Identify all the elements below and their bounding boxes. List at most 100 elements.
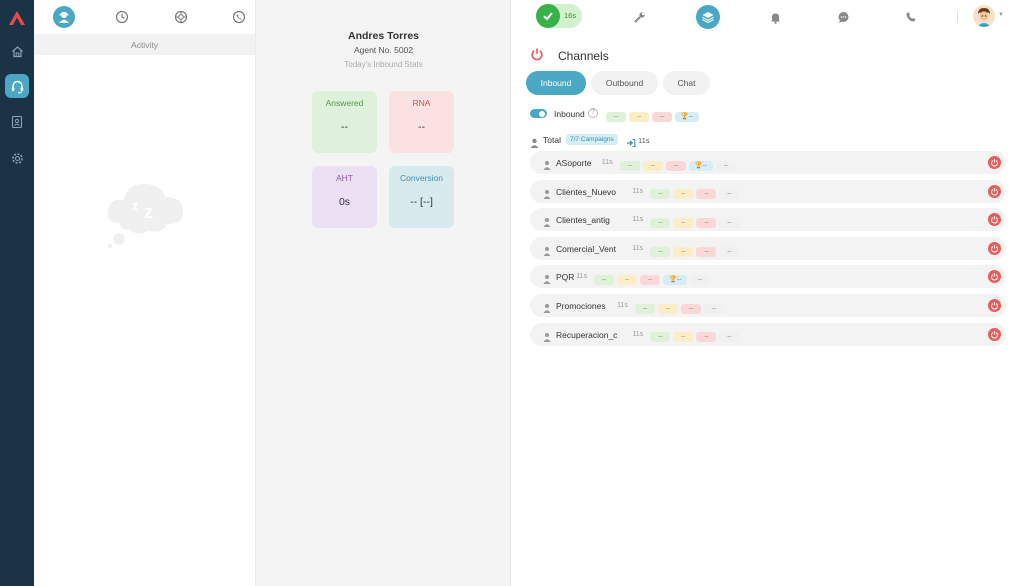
power-icon[interactable] [988, 184, 1001, 198]
user-icon [543, 157, 551, 175]
campaign-row[interactable]: Promociones 11s -- -- -- -- [530, 294, 1006, 317]
campaign-time: 11s [632, 187, 644, 195]
campaign-chip: -- [650, 332, 671, 343]
user-icon [543, 186, 551, 204]
campaign-chip: -- [696, 217, 717, 228]
campaign-chip: -- [617, 275, 638, 286]
campaign-trophy-chip: 🏆-- [663, 275, 688, 286]
agent-icon[interactable] [53, 6, 75, 28]
user-icon [543, 271, 551, 289]
campaign-chip: -- [696, 332, 717, 343]
power-icon[interactable] [988, 327, 1001, 341]
aht-label: AHT [336, 173, 353, 183]
phone-icon[interactable] [902, 8, 920, 26]
power-icon[interactable] [988, 270, 1001, 284]
agent-number: Agent No. 5002 [353, 45, 414, 55]
campaign-chip: -- [673, 246, 694, 257]
topbar-divider [957, 11, 958, 23]
campaign-time: 11s [632, 216, 644, 224]
campaign-row[interactable]: Clientes_Nuevo 11s -- -- -- -- [530, 179, 1006, 204]
campaign-chip: -- [650, 189, 671, 200]
phone-history-icon[interactable] [228, 6, 250, 28]
globe-icon[interactable] [170, 6, 192, 28]
conversion-value: -- [--] [410, 196, 433, 208]
status-pill[interactable]: 16s [536, 4, 582, 28]
bell-icon[interactable] [766, 8, 784, 26]
user-icon [543, 329, 551, 347]
campaign-chips: -- -- -- -- [650, 243, 742, 261]
agent-name: Andres Torres [348, 30, 419, 42]
chat-icon[interactable] [834, 8, 852, 26]
chip-rna: -- [652, 111, 672, 122]
check-icon[interactable] [536, 4, 560, 28]
campaign-chips: -- -- -- 🏆-- -- [594, 271, 713, 289]
campaign-chip: -- [719, 217, 740, 228]
campaign-time: 11s [576, 273, 588, 281]
campaign-row[interactable]: Clientes_antig 11s -- -- -- -- [530, 208, 1006, 232]
avatar[interactable] [973, 5, 995, 27]
power-icon[interactable] [988, 213, 1001, 227]
layers-icon[interactable] [696, 5, 720, 29]
campaign-chip: -- [673, 217, 694, 228]
rna-value: -- [418, 121, 425, 133]
sleeping-cloud-icon: z z [104, 176, 186, 253]
campaign-chips: -- -- -- -- [650, 214, 742, 232]
campaign-chip: -- [690, 275, 711, 286]
campaign-chip: -- [673, 332, 694, 343]
power-icon[interactable] [988, 241, 1001, 255]
campaign-chip: -- [681, 303, 702, 314]
user-icon [543, 214, 551, 232]
gear-icon[interactable] [5, 146, 29, 170]
wrench-icon[interactable] [630, 8, 648, 26]
campaign-row[interactable]: Comercial_Vent 11s -- -- -- -- [530, 236, 1006, 261]
campaign-chips: -- -- -- -- [650, 329, 742, 347]
campaigns-badge: 7/7 Campaigns [566, 134, 618, 145]
power-icon[interactable] [988, 299, 1001, 312]
chevron-down-icon[interactable]: ▼ [998, 12, 1004, 18]
inbound-toggle[interactable] [530, 109, 547, 118]
campaign-chip: -- [650, 246, 671, 257]
campaign-row[interactable]: Recuperacion_c 11s -- -- -- -- [530, 322, 1006, 347]
aht-value: 0s [338, 196, 351, 208]
headset-icon[interactable] [5, 74, 29, 98]
total-label: Total [543, 135, 561, 145]
user-icon [530, 135, 539, 153]
campaign-chip: -- [696, 189, 717, 200]
campaign-row[interactable]: PQR 11s -- -- -- 🏆-- -- [530, 265, 1006, 289]
chip-trophy: 🏆-- [675, 111, 699, 122]
campaign-time: 11s [617, 302, 628, 309]
help-icon[interactable]: ? [588, 108, 598, 118]
campaign-name: Recuperacion_c [556, 329, 618, 340]
campaign-chips: -- -- -- 🏆-- -- [619, 157, 739, 175]
logo-icon[interactable] [5, 6, 29, 30]
agent-stats-panel: Andres Torres Agent No. 5002 Today's Inb… [256, 0, 511, 586]
aht-card: AHT 0s [312, 166, 377, 228]
tab-outbound[interactable]: Outbound [591, 71, 658, 95]
inbound-toggle-label: Inbound [554, 109, 585, 119]
activity-header: Activity [34, 34, 255, 55]
campaign-chip: -- [640, 275, 661, 286]
nav-rail [0, 0, 34, 586]
tab-chat[interactable]: Chat [663, 71, 710, 95]
rna-label: RNA [412, 98, 431, 108]
user-icon [543, 243, 551, 261]
campaign-name: Comercial_Vent [556, 243, 617, 254]
answered-label: Answered [325, 98, 364, 108]
campaign-chips: -- -- -- -- [650, 186, 742, 204]
campaign-row[interactable]: ASoporte 11s -- -- -- 🏆-- -- [530, 151, 1006, 174]
campaign-name: PQR [556, 272, 575, 283]
channels-panel: 16s ▼ Channels Inbound Outbound Chat Inb… [511, 0, 1024, 586]
conversion-card: Conversion -- [--] [389, 166, 454, 228]
power-icon[interactable] [530, 47, 544, 61]
clock-icon[interactable] [111, 6, 133, 28]
svg-text:z: z [132, 198, 139, 213]
campaign-chips: -- -- -- -- [635, 300, 727, 318]
id-card-icon[interactable] [5, 110, 29, 134]
power-icon[interactable] [988, 156, 1001, 169]
tab-inbound[interactable]: Inbound [526, 71, 586, 95]
home-icon[interactable] [5, 39, 29, 63]
campaign-trophy-chip: 🏆-- [688, 160, 713, 171]
campaign-chip: -- [696, 246, 717, 257]
campaign-time: 11s [632, 244, 644, 252]
answered-card: Answered -- [312, 91, 377, 153]
